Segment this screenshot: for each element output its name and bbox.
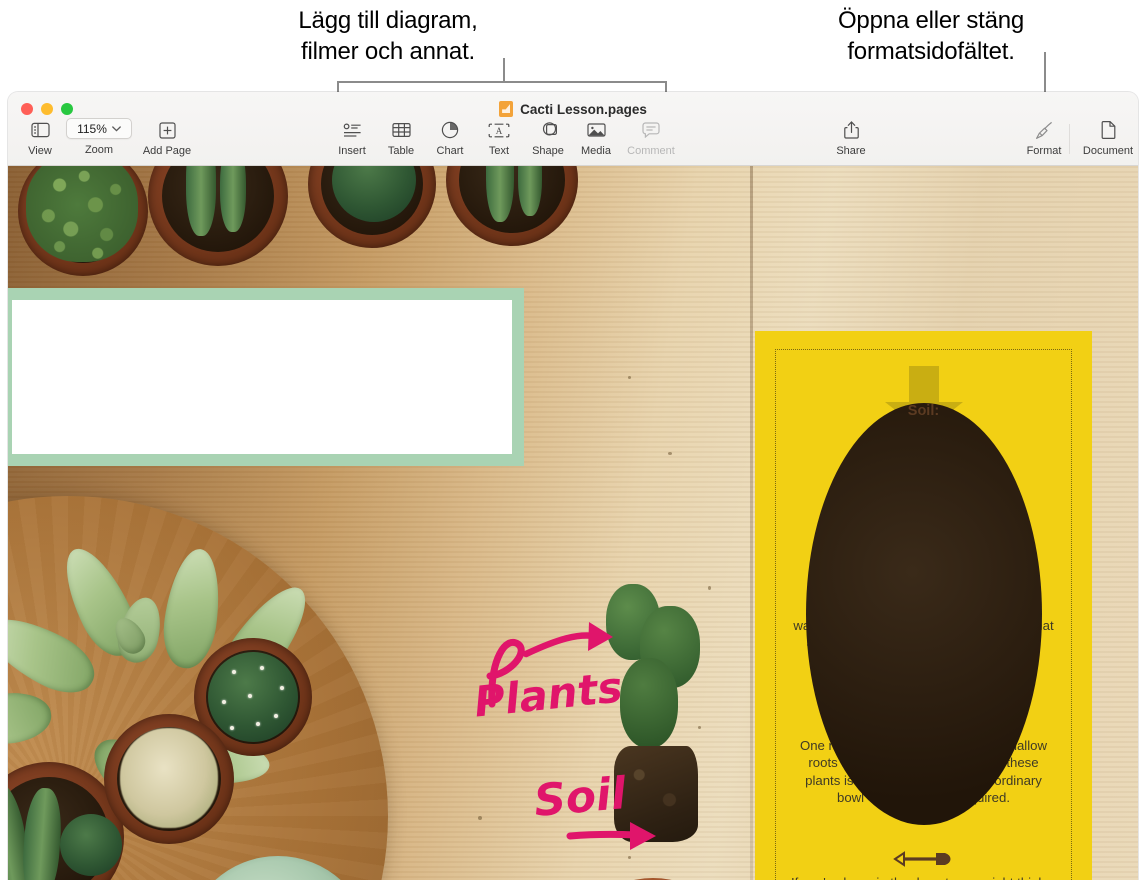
document-canvas[interactable]: Build a Dry Garden What You Need:	[8, 166, 1138, 880]
photo-plant-cactus	[220, 166, 246, 232]
toolbar-zoom-control[interactable]: 115% Zoom	[62, 118, 136, 156]
window-toolbar: Cacti Lesson.pages View 115% Zoom Add Pa…	[8, 92, 1138, 166]
callout-leader-insert-stem	[503, 58, 505, 83]
window-title-area: Cacti Lesson.pages	[8, 101, 1138, 117]
toolbar-button-add-page[interactable]: Add Page	[128, 118, 206, 157]
document-title-textbox[interactable]: Build a Dry Garden	[8, 288, 524, 466]
chart-pie-icon	[441, 118, 459, 142]
comment-bubble-icon	[642, 118, 660, 142]
insert-icon	[343, 118, 362, 142]
toolbar-label-shape: Shape	[532, 145, 564, 157]
document-title-inner: Build a Dry Garden	[12, 300, 512, 454]
photo-plant-cactus	[208, 652, 298, 742]
callout-label-insert: Lägg till diagram, filmer och annat.	[298, 7, 478, 65]
toolbar-button-share[interactable]: Share	[819, 118, 883, 157]
callout-bracket-insert-top	[337, 81, 667, 83]
toolbar-label-media: Media	[581, 145, 611, 157]
toolbar-label-comment: Comment	[627, 145, 675, 157]
toolbar-label-chart: Chart	[436, 145, 464, 157]
window-title: Cacti Lesson.pages	[520, 101, 647, 117]
handwriting-word-soil: Soil	[531, 768, 629, 827]
chevron-down-icon	[112, 125, 121, 132]
svg-text:A: A	[496, 126, 503, 136]
need-body-soil: If you've been in the desert, you might …	[790, 874, 1057, 880]
sidebar-icon	[30, 118, 50, 142]
toolbar-label-share: Share	[836, 145, 866, 157]
screenshot-root: Lägg till diagram, filmer och annat. Öpp…	[0, 0, 1146, 880]
toolbar-label-insert: Insert	[338, 145, 366, 157]
format-brush-icon	[1035, 118, 1054, 142]
document-page-icon	[1101, 118, 1116, 142]
plus-square-icon	[158, 118, 176, 142]
toolbar-label-table: Table	[387, 145, 415, 157]
pages-document-icon	[499, 101, 514, 117]
toolbar-label-format: Format	[1026, 145, 1062, 157]
media-image-icon	[586, 118, 606, 142]
handwriting-soil[interactable]: Soil	[532, 768, 662, 863]
toolbar-button-format[interactable]: Format	[1012, 118, 1076, 157]
table-icon	[391, 118, 411, 142]
text-box-icon: A	[488, 118, 510, 142]
toolbar-button-document[interactable]: Document	[1072, 118, 1138, 157]
what-you-need-panel[interactable]: What You Need: Plants: Some succulents n…	[755, 331, 1092, 880]
zoom-popup-button[interactable]: 115%	[66, 118, 132, 139]
pages-app-window: Cacti Lesson.pages View 115% Zoom Add Pa…	[8, 92, 1138, 880]
need-item-soil: Soil: If you've been in the desert, you …	[790, 403, 1057, 880]
page-title: Build a Dry Garden	[38, 310, 365, 444]
toolbar-button-comment[interactable]: Comment	[612, 118, 690, 157]
photo-plant-cactus-fuzzy	[120, 728, 218, 828]
share-upload-icon	[843, 118, 859, 142]
toolbar-label-view: View	[28, 145, 52, 157]
shovel-icon	[790, 829, 1057, 869]
photo-plant-cactus	[620, 658, 678, 748]
toolbar-label-document: Document	[1082, 145, 1134, 157]
toolbar-label-text: Text	[488, 145, 510, 157]
handwriting-plants[interactable]: Plants	[456, 618, 625, 728]
toolbar-buttons: View 115% Zoom Add Page Insert Table Cha…	[8, 118, 1138, 166]
shape-icon	[539, 118, 558, 142]
photo-plant-cactus	[60, 814, 122, 876]
what-you-need-inner: What You Need: Plants: Some succulents n…	[775, 349, 1072, 880]
need-heading-soil: Soil:	[805, 403, 1042, 825]
callout-label-format: Öppna eller stäng formatsidofältet.	[837, 7, 1025, 65]
toolbar-label-add-page: Add Page	[142, 145, 192, 157]
zoom-value: 115%	[77, 121, 107, 136]
photo-plant-moss	[26, 166, 138, 262]
toolbar-label-zoom: Zoom	[84, 144, 114, 156]
